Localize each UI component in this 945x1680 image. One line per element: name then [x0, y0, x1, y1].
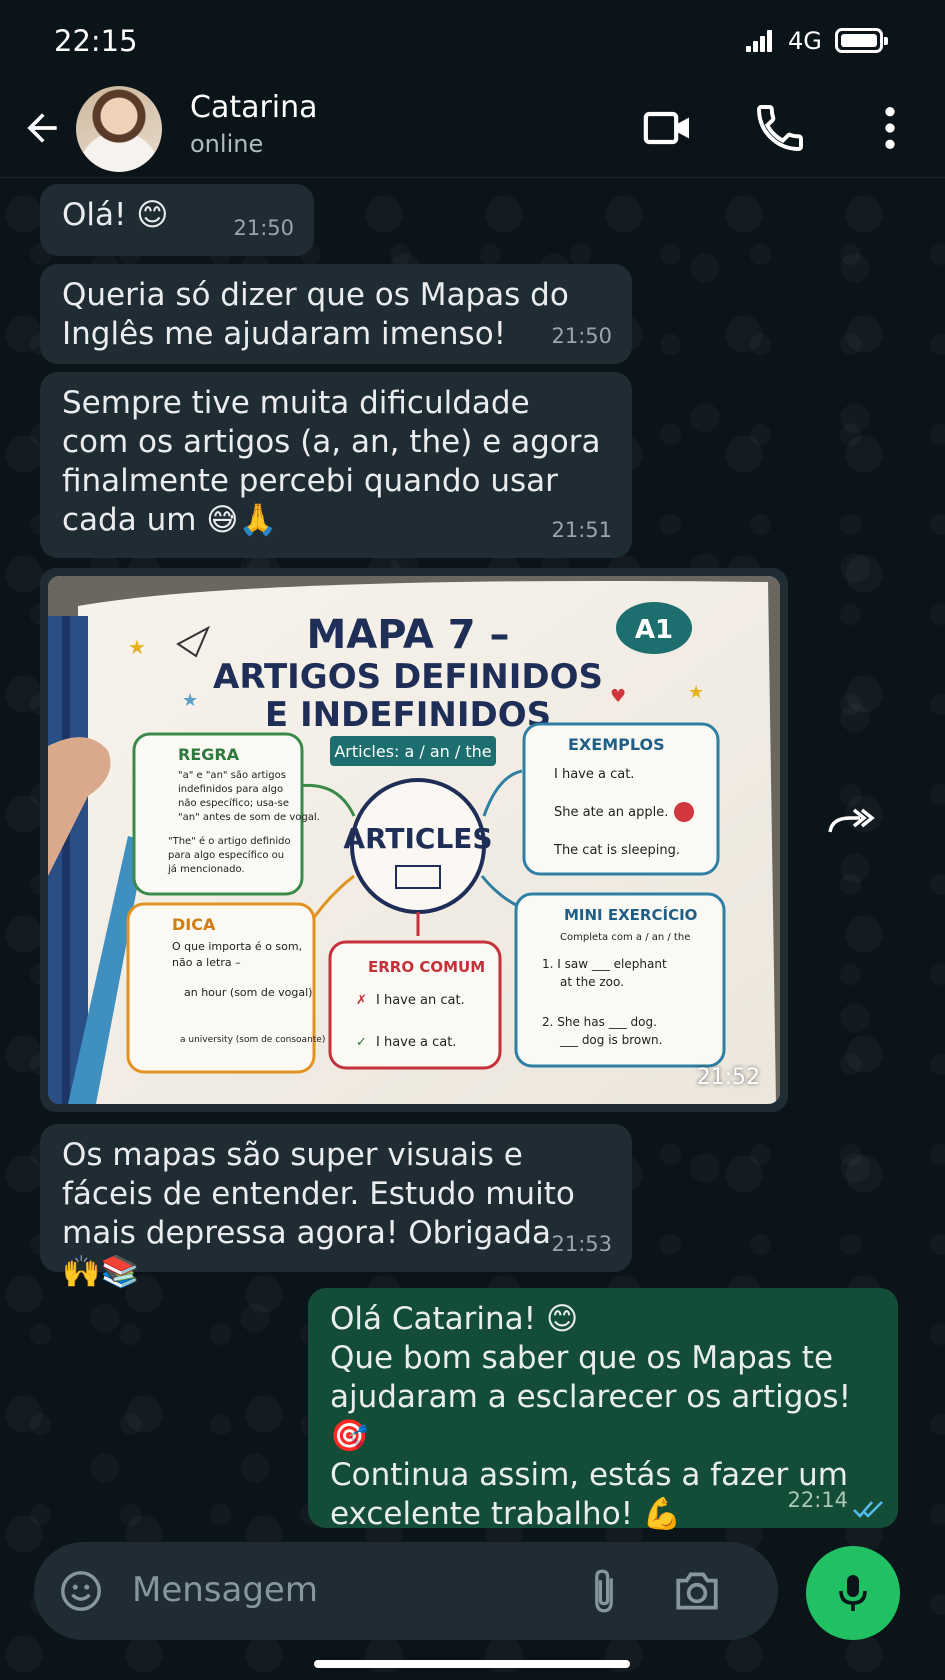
dica-line: O que importa é o som, [172, 940, 302, 953]
erro-right: I have a cat. [376, 1035, 456, 1050]
exemplos-title: EXEMPLOS [568, 735, 665, 754]
battery-icon [835, 28, 888, 53]
avatar[interactable] [76, 86, 162, 172]
ribbon-text: Articles: a / an / the [334, 742, 491, 761]
center-label: ARTICLES [343, 822, 492, 855]
status-bar: 22:15 4G [0, 0, 945, 82]
map-title-1: MAPA 7 – [306, 612, 509, 658]
message-text: Olá! 😊 [62, 197, 169, 233]
incoming-message[interactable]: Os mapas são super visuais e fáceis de e… [40, 1124, 632, 1290]
erro-title: ERRO COMUM [368, 958, 485, 976]
message-time: 22:14 [787, 1488, 848, 1512]
shared-photo[interactable]: ★ ★ ★ ♥ MAPA 7 – ARTIGOS DEFINIDOS E IND… [48, 576, 780, 1104]
regra-line: "The" é o artigo definido [168, 835, 291, 847]
regra-title: REGRA [178, 745, 240, 764]
network-label: 4G [788, 27, 822, 55]
signal-icon [746, 30, 774, 52]
exemplo-item: The cat is sleeping. [553, 843, 680, 858]
exercicio-line: ___ dog is brown. [559, 1033, 662, 1047]
dica-line: an hour (som de vogal) [184, 986, 312, 999]
message-text: Queria só dizer que os Mapas do Inglês m… [62, 277, 569, 352]
outgoing-message[interactable]: Olá Catarina! 😊 Que bom saber que os Map… [308, 1288, 898, 1532]
exercicio-line: 1. I saw ___ elephant [542, 957, 667, 971]
exercicio-line: at the zoo. [560, 975, 624, 989]
message-input[interactable]: Mensagem [132, 1570, 318, 1610]
wrong-mark-icon: ✗ [356, 993, 367, 1008]
dica-line: não a letra – [172, 956, 241, 969]
exercicio-title: MINI EXERCÍCIO [564, 905, 697, 924]
more-vert-icon[interactable] [862, 100, 918, 156]
star-icon: ★ [182, 690, 198, 711]
incoming-message[interactable]: Queria só dizer que os Mapas do Inglês m… [40, 264, 632, 364]
message-text: Os mapas são super visuais e fáceis de e… [62, 1137, 575, 1290]
map-title-2: ARTIGOS DEFINIDOS [213, 657, 603, 697]
contact-status: online [190, 130, 264, 158]
camera-icon[interactable] [672, 1568, 722, 1614]
video-call-icon[interactable] [640, 100, 696, 156]
exercicio-line: 2. She has ___ dog. [542, 1015, 657, 1029]
emoji-icon[interactable] [58, 1568, 104, 1614]
forward-icon[interactable] [826, 802, 876, 842]
regra-line: não específico; usa-se [178, 797, 289, 809]
exercicio-sub: Completa com a / an / the [560, 932, 690, 943]
regra-line: "a" e "an" são artigos [178, 770, 286, 781]
mind-map-photo: ★ ★ ★ ♥ MAPA 7 – ARTIGOS DEFINIDOS E IND… [48, 576, 780, 1104]
map-title-3: E INDEFINIDOS [265, 695, 551, 735]
dica-line: a university (som de consoante) [180, 1035, 325, 1045]
status-time: 22:15 [54, 24, 138, 58]
level-badge-text: A1 [635, 615, 673, 645]
exemplo-item: I have a cat. [554, 767, 634, 782]
home-indicator[interactable] [314, 1660, 630, 1668]
phone-icon[interactable] [752, 100, 808, 156]
erro-wrong: I have an cat. [376, 993, 465, 1008]
right-mark-icon: ✓ [356, 1035, 367, 1050]
message-time: 21:51 [551, 518, 612, 542]
message-time: 21:52 [696, 1065, 760, 1090]
back-arrow-icon[interactable] [20, 106, 64, 150]
heart-icon: ♥ [610, 686, 626, 707]
star-icon: ★ [128, 635, 146, 659]
double-check-icon [853, 1501, 883, 1518]
regra-line: "an" antes de som de vogal. [178, 812, 320, 823]
contact-name[interactable]: Catarina [190, 90, 318, 125]
dica-title: DICA [172, 915, 216, 934]
exemplo-item: She ate an apple. [554, 805, 668, 820]
message-time: 21:50 [233, 216, 294, 240]
apple-icon [674, 802, 694, 822]
chat-header: Catarina online [0, 82, 945, 178]
star-icon: ★ [688, 682, 704, 703]
message-time: 21:53 [551, 1232, 612, 1256]
regra-line: indefinidos para algo [178, 784, 283, 795]
message-composer: Mensagem [34, 1542, 778, 1640]
attach-icon[interactable] [582, 1564, 626, 1618]
mic-button[interactable] [806, 1546, 900, 1640]
regra-line: para algo específico ou [168, 849, 284, 861]
incoming-message[interactable]: Olá! 😊 21:50 [40, 184, 314, 256]
image-message[interactable]: ★ ★ ★ ♥ MAPA 7 – ARTIGOS DEFINIDOS E IND… [40, 568, 788, 1112]
message-text: Sempre tive muita dificuldade com os art… [62, 385, 601, 538]
mic-icon [839, 1575, 867, 1611]
incoming-message[interactable]: Sempre tive muita dificuldade com os art… [40, 372, 632, 558]
message-time: 21:50 [551, 324, 612, 348]
regra-line: já mencionado. [167, 863, 245, 875]
